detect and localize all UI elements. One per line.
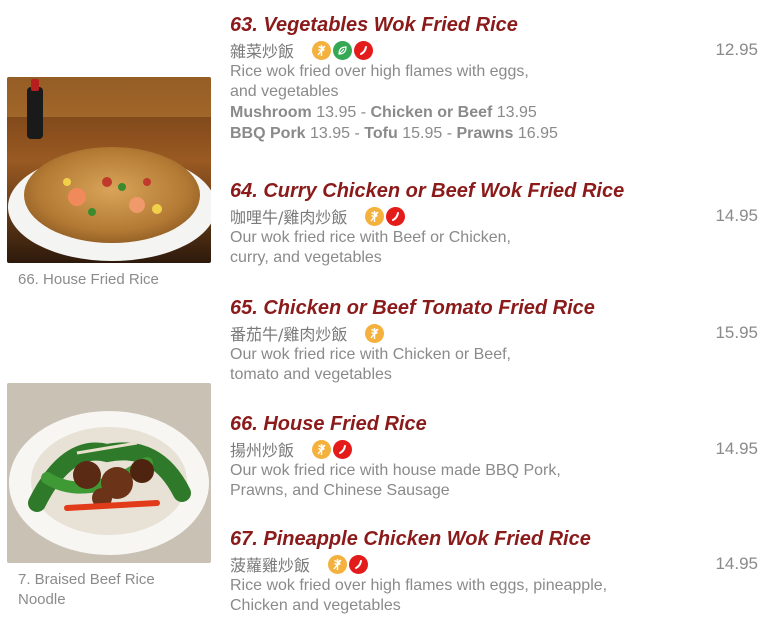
menu-item: 67. Pineapple Chicken Wok Fried Rice 菠蘿雞…: [230, 526, 760, 616]
spicy-icon: [354, 40, 374, 60]
dietary-icons: [365, 206, 406, 226]
spicy-icon: [333, 439, 353, 459]
item-description: Our wok fried rice with Beef or Chicken,…: [230, 228, 760, 268]
option-name: Prawns: [456, 125, 514, 142]
description-line: and vegetables: [230, 83, 339, 100]
item-title: 65. Chicken or Beef Tomato Fried Rice: [230, 297, 595, 319]
item-chinese-name: 番茄牛/雞肉炒飯: [230, 325, 348, 344]
description-line: Our wok fried rice with house made BBQ P…: [230, 462, 561, 479]
dietary-icons: [312, 439, 353, 459]
item-chinese-name: 揚州炒飯: [230, 441, 295, 460]
item-title: 64. Curry Chicken or Beef Wok Fried Rice: [230, 180, 625, 202]
option-name: BBQ Pork: [230, 125, 306, 142]
description-line: Rice wok fried over high flames with egg…: [230, 577, 608, 594]
item-description: Our wok fried rice with Chicken or Beef,…: [230, 345, 760, 385]
dietary-icons: [328, 554, 369, 574]
gluten-free-icon: [328, 554, 348, 574]
gluten-free-icon: [365, 323, 385, 343]
item-chinese-name: 菠蘿雞炒飯: [230, 556, 311, 575]
item-description: Our wok fried rice with house made BBQ P…: [230, 461, 760, 501]
option-price: 15.95: [402, 125, 443, 142]
item-price: 12.95: [715, 40, 758, 59]
menu-item: 64. Curry Chicken or Beef Wok Fried Rice…: [230, 178, 760, 268]
item-title: 67. Pineapple Chicken Wok Fried Rice: [230, 528, 591, 550]
item-price: 14.95: [715, 439, 758, 458]
gluten-free-icon: [312, 40, 332, 60]
item-price: 14.95: [715, 554, 758, 573]
description-line: tomato and vegetables: [230, 366, 392, 383]
options-line: Mushroom 13.95 - Chicken or Beef 13.95: [230, 104, 537, 121]
option-name: Mushroom: [230, 104, 312, 121]
description-line: Our wok fried rice with Beef or Chicken,: [230, 229, 511, 246]
description-line: Prawns, and Chinese Sausage: [230, 482, 450, 499]
gluten-free-icon: [365, 206, 385, 226]
item-chinese-name: 咖哩牛/雞肉炒飯: [230, 208, 348, 227]
option-price: 13.95: [310, 125, 351, 142]
options-line: BBQ Pork 13.95 - Tofu 15.95 - Prawns 16.…: [230, 125, 558, 142]
dietary-icons: [365, 323, 385, 343]
item-description: Rice wok fried over high flames with egg…: [230, 62, 760, 102]
item-title: 63. Vegetables Wok Fried Rice: [230, 14, 518, 36]
option-price: 13.95: [316, 104, 357, 121]
menu-item: 66. House Fried Rice 揚州炒飯 14.95 Our wok …: [230, 411, 760, 501]
item-price: 14.95: [715, 206, 758, 225]
description-line: Our wok fried rice with Chicken or Beef,: [230, 346, 511, 363]
item-description: Rice wok fried over high flames with egg…: [230, 576, 760, 616]
photo-caption: 66. House Fried Rice: [18, 271, 159, 288]
menu-item: 63. Vegetables Wok Fried Rice 雜菜炒飯 12.95…: [230, 12, 760, 144]
description-line: Chicken and vegetables: [230, 597, 401, 614]
menu-item: 65. Chicken or Beef Tomato Fried Rice 番茄…: [230, 295, 760, 385]
option-name: Chicken or Beef: [370, 104, 493, 121]
vegetarian-icon: [333, 40, 353, 60]
house-fried-rice-photo: [7, 77, 211, 263]
item-chinese-name: 雜菜炒飯: [230, 42, 295, 61]
item-title: 66. House Fried Rice: [230, 413, 427, 435]
braised-beef-photo: [7, 383, 211, 563]
spicy-icon: [386, 206, 406, 226]
option-price: 16.95: [517, 125, 558, 142]
spicy-icon: [349, 554, 369, 574]
description-line: Rice wok fried over high flames with egg…: [230, 63, 529, 80]
gluten-free-icon: [312, 439, 332, 459]
photo-caption: 7. Braised Beef Rice Noodle: [18, 571, 155, 608]
dietary-icons: [312, 40, 374, 60]
option-price: 13.95: [496, 104, 537, 121]
description-line: curry, and vegetables: [230, 249, 382, 266]
item-options: Mushroom 13.95 - Chicken or Beef 13.95 B…: [230, 102, 760, 144]
option-name: Tofu: [364, 125, 398, 142]
item-price: 15.95: [715, 323, 758, 342]
